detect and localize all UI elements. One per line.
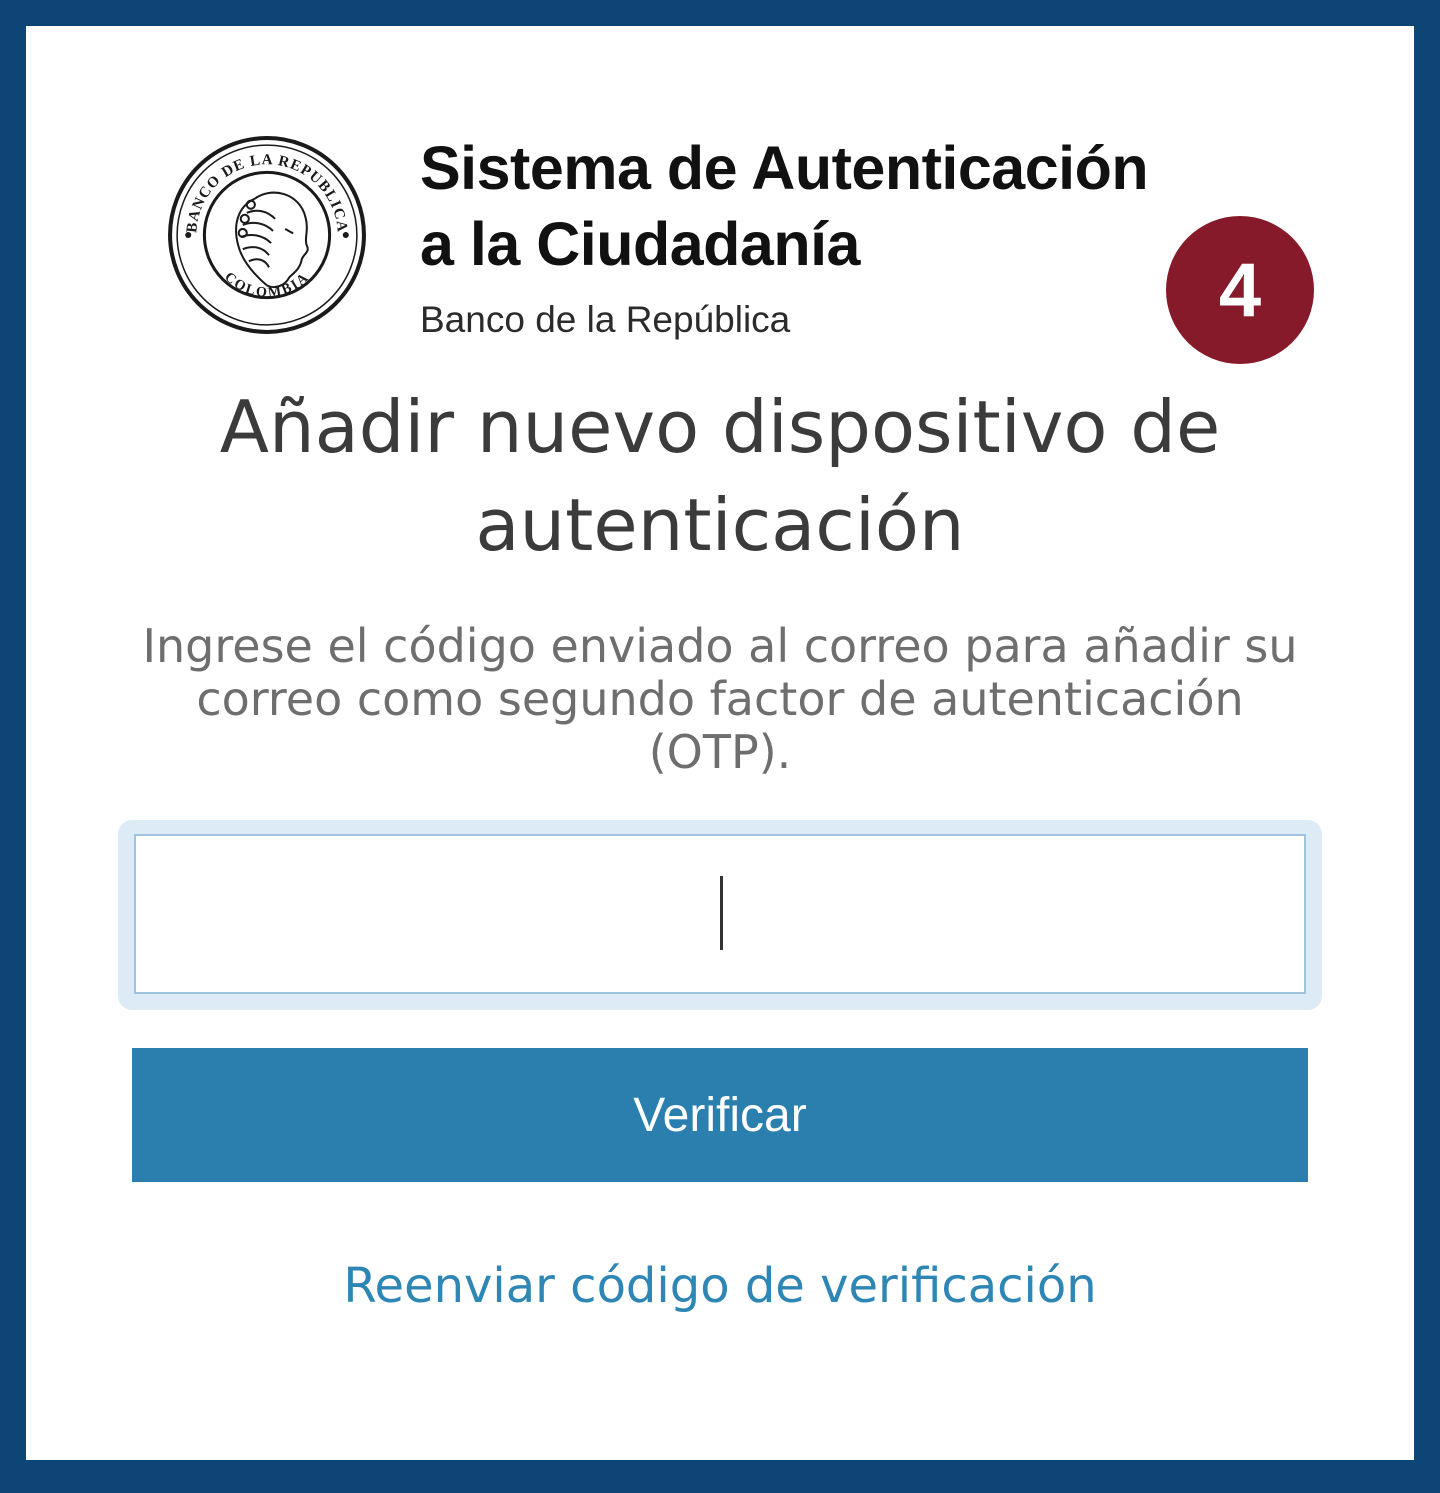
banco-de-la-republica-seal-icon: BANCO DE LA REPUBLICA COLOMBIA bbox=[168, 136, 366, 334]
instructions-text: Ingrese el código enviado al correo para… bbox=[142, 619, 1298, 779]
brand-block: Sistema de Autenticación a la Ciudadanía… bbox=[420, 130, 1149, 342]
verify-button[interactable]: Verificar bbox=[132, 1048, 1308, 1182]
resend-code-link[interactable]: Reenviar código de verificación bbox=[26, 1254, 1414, 1318]
auth-card: BANCO DE LA REPUBLICA COLOMBIA Sistema d… bbox=[26, 26, 1414, 1460]
brand-title-line-2: a la Ciudadanía bbox=[420, 210, 860, 278]
text-caret bbox=[720, 876, 723, 950]
page-title: Añadir nuevo dispositivo de autenticació… bbox=[219, 385, 1221, 567]
brand-subtitle: Banco de la República bbox=[420, 299, 791, 340]
step-number-badge: 4 bbox=[1166, 216, 1314, 364]
brand-title-line-1: Sistema de Autenticación bbox=[420, 134, 1149, 202]
